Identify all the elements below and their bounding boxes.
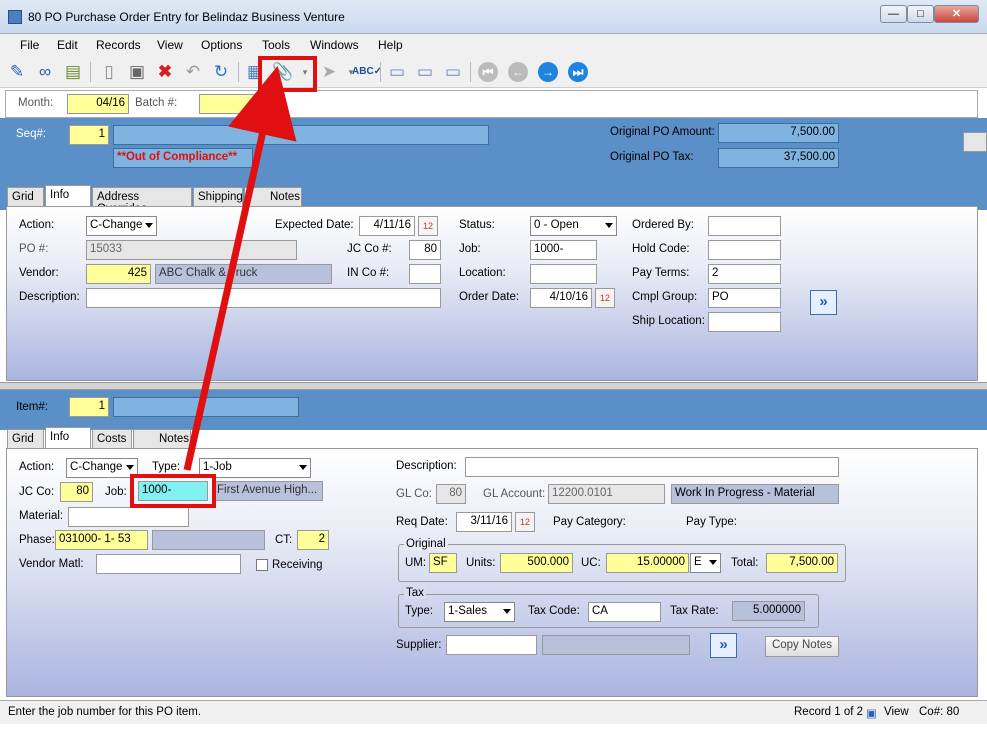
annotation-arrow (183, 65, 297, 471)
